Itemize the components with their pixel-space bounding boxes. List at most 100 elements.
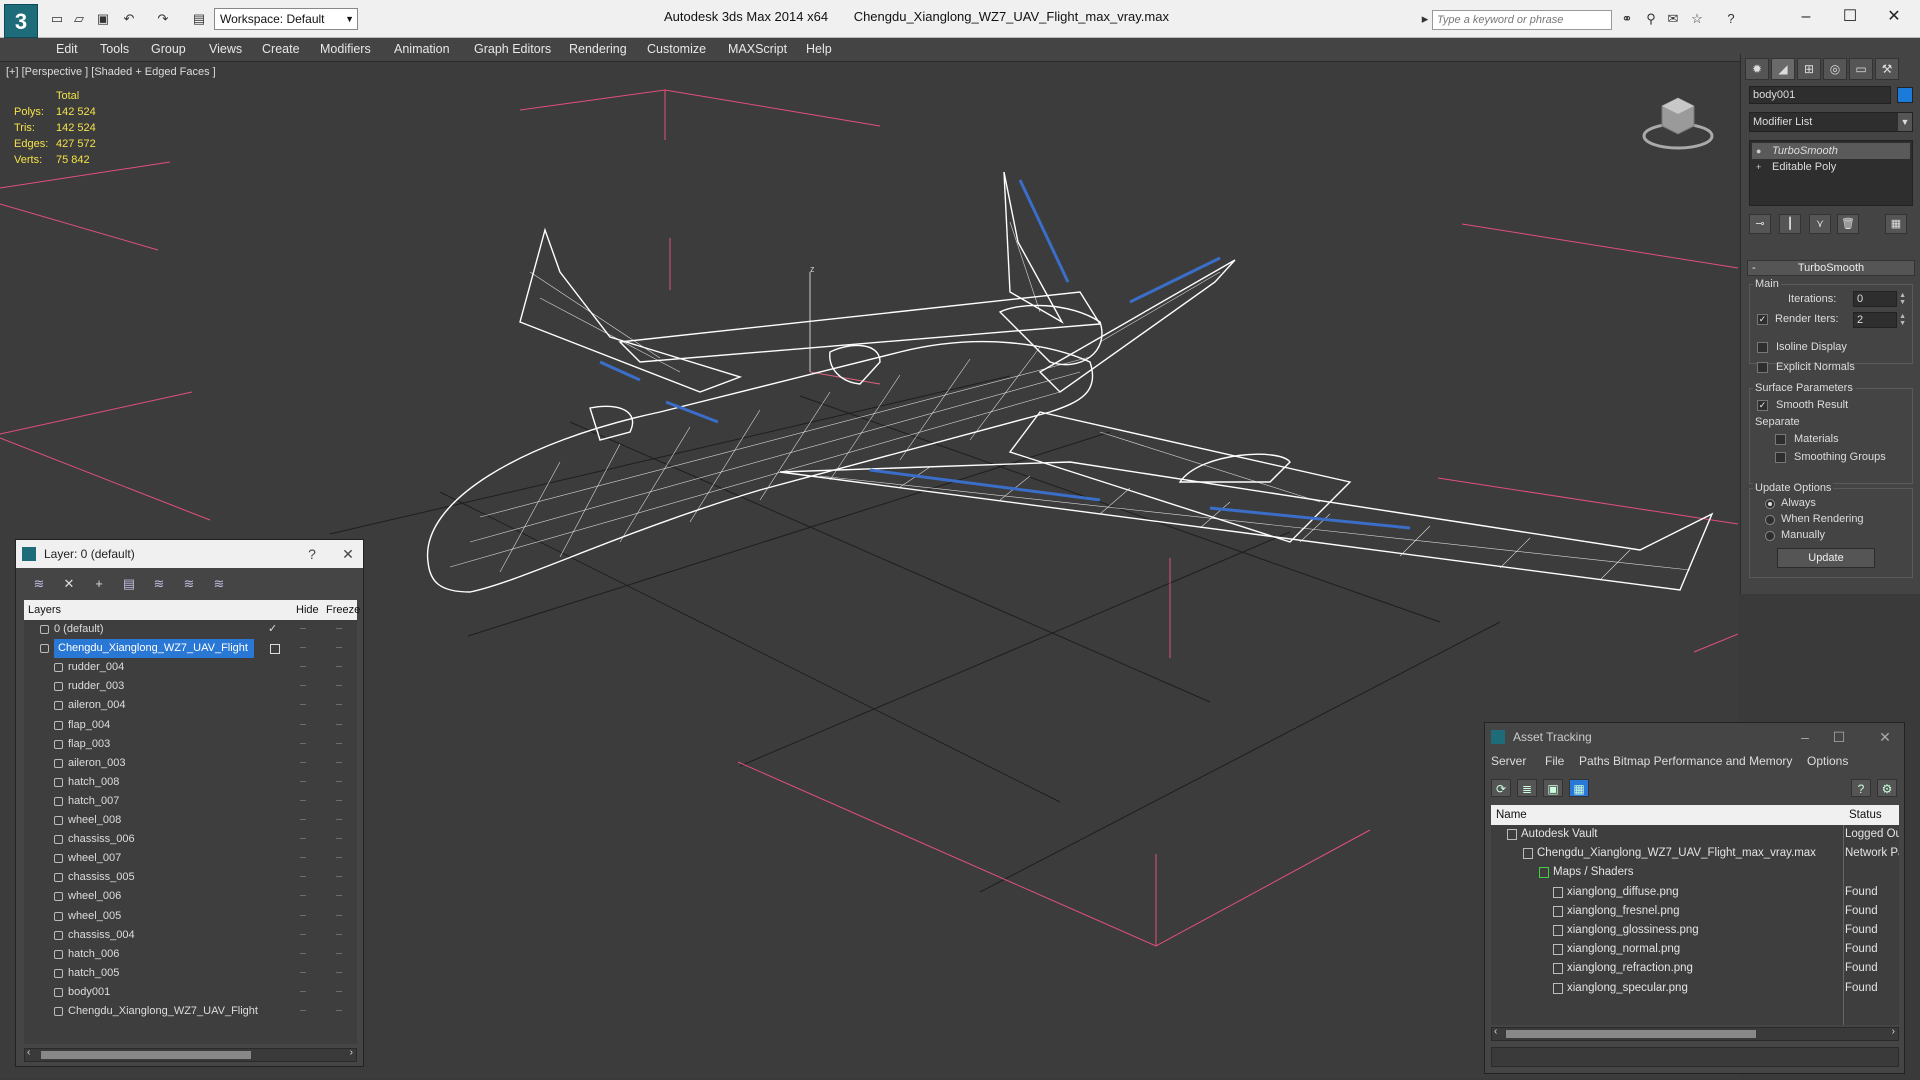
list-view-icon[interactable]: ≣ bbox=[1517, 779, 1537, 797]
layer-row[interactable]: chassiss_005 ┄ ┄ bbox=[24, 868, 357, 887]
hide-all-layers-icon[interactable]: ≋ bbox=[178, 574, 200, 594]
hide-toggle[interactable]: ┄ bbox=[300, 811, 314, 830]
spinner-arrows-icon[interactable]: ▲ ▼ bbox=[1899, 292, 1906, 306]
hide-toggle[interactable]: ┄ bbox=[300, 773, 314, 792]
hierarchy-tab-icon[interactable]: ⊞ bbox=[1797, 58, 1821, 80]
configure-modifier-sets-icon[interactable]: ▦ bbox=[1885, 214, 1907, 234]
lightbulb-icon[interactable]: ● bbox=[1756, 146, 1766, 156]
scroll-right-icon[interactable]: › bbox=[1892, 1026, 1895, 1037]
always-radio[interactable] bbox=[1765, 499, 1775, 509]
when-rendering-radio[interactable] bbox=[1765, 515, 1775, 525]
minimize-button[interactable]: – bbox=[1791, 723, 1819, 751]
layer-row[interactable]: wheel_007 ┄ ┄ bbox=[24, 849, 357, 868]
binoculars-icon[interactable]: ⚭ bbox=[1618, 10, 1636, 28]
menu-tools[interactable]: Tools bbox=[100, 42, 129, 56]
menu-help[interactable]: Help bbox=[806, 42, 832, 56]
hide-toggle[interactable]: ┄ bbox=[300, 945, 314, 964]
layer-row[interactable]: rudder_003 ┄ ┄ bbox=[24, 677, 357, 696]
hide-toggle[interactable]: ┄ bbox=[300, 964, 314, 983]
make-unique-icon[interactable]: ⋎ bbox=[1809, 214, 1831, 234]
display-tab-icon[interactable]: ▭ bbox=[1849, 58, 1873, 80]
remove-modifier-icon[interactable]: 🗑 bbox=[1837, 214, 1859, 234]
hide-toggle[interactable]: ┄ bbox=[300, 639, 314, 658]
select-objects-icon[interactable]: ▤ bbox=[118, 574, 140, 594]
freeze-all-layers-icon[interactable]: ≋ bbox=[208, 574, 230, 594]
hide-toggle[interactable]: ┄ bbox=[300, 620, 314, 639]
hide-toggle[interactable]: ┄ bbox=[300, 830, 314, 849]
freeze-toggle[interactable]: ┄ bbox=[336, 983, 350, 1002]
asset-menu-options[interactable]: Options bbox=[1807, 754, 1848, 768]
maximize-button[interactable]: ☐ bbox=[1825, 723, 1853, 751]
spinner-arrows-icon[interactable]: ▲ ▼ bbox=[1899, 313, 1906, 327]
explicit-normals-checkbox[interactable] bbox=[1757, 362, 1768, 373]
menu-edit[interactable]: Edit bbox=[56, 42, 78, 56]
iterations-spinner[interactable]: 0 ▲ ▼ bbox=[1853, 291, 1906, 307]
layer-row[interactable]: rudder_004 ┄ ┄ bbox=[24, 658, 357, 677]
scrollbar-thumb[interactable] bbox=[41, 1051, 251, 1059]
asset-path-field[interactable] bbox=[1491, 1047, 1899, 1067]
app-logo-button[interactable]: 3 bbox=[4, 4, 38, 38]
hide-toggle[interactable]: ┄ bbox=[300, 849, 314, 868]
stack-item-turbosmooth[interactable]: ● TurboSmooth bbox=[1752, 143, 1910, 159]
layer-row[interactable]: body001 ┄ ┄ bbox=[24, 983, 357, 1002]
subscription-icon[interactable]: ⚲ bbox=[1642, 10, 1660, 28]
layer-row[interactable]: Chengdu_Xianglong_WZ7_UAV_Flight ┄ ┄ bbox=[24, 639, 357, 659]
add-to-layer-icon[interactable]: + bbox=[88, 574, 110, 594]
render-iters-checkbox[interactable]: ✓ bbox=[1757, 314, 1768, 325]
asset-row[interactable]: xianglong_fresnel.png Found bbox=[1491, 902, 1899, 921]
layer-row[interactable]: hatch_006 ┄ ┄ bbox=[24, 945, 357, 964]
asset-menu-file[interactable]: File bbox=[1545, 754, 1564, 768]
layer-dialog-titlebar[interactable]: Layer: 0 (default) ? ✕ bbox=[16, 540, 363, 568]
hide-toggle[interactable]: ┄ bbox=[300, 868, 314, 887]
menu-maxscript[interactable]: MAXScript bbox=[728, 42, 787, 56]
asset-menu-paths[interactable]: Paths bbox=[1579, 754, 1610, 768]
minimize-button[interactable]: – bbox=[1786, 4, 1826, 30]
close-button[interactable]: ✕ bbox=[334, 540, 362, 568]
freeze-toggle[interactable]: ┄ bbox=[336, 964, 350, 983]
workspace-dropdown[interactable]: Workspace: Default ▼ bbox=[214, 8, 358, 30]
update-button[interactable]: Update bbox=[1777, 548, 1875, 568]
menu-create[interactable]: Create bbox=[262, 42, 300, 56]
expand-plus-icon[interactable]: + bbox=[1756, 162, 1766, 172]
asset-menu-server[interactable]: Server bbox=[1491, 754, 1526, 768]
layer-row[interactable]: chassiss_006 ┄ ┄ bbox=[24, 830, 357, 849]
search-input[interactable]: Type a keyword or phrase bbox=[1432, 10, 1612, 30]
freeze-toggle[interactable]: ┄ bbox=[336, 696, 350, 715]
asset-row[interactable]: xianglong_refraction.png Found bbox=[1491, 959, 1899, 978]
layer-row[interactable]: hatch_005 ┄ ┄ bbox=[24, 964, 357, 983]
freeze-toggle[interactable]: ┄ bbox=[336, 677, 350, 696]
new-file-icon[interactable]: ▭ bbox=[48, 10, 66, 28]
asset-row[interactable]: xianglong_normal.png Found bbox=[1491, 940, 1899, 959]
redo-icon[interactable]: ↷ bbox=[154, 10, 172, 28]
show-end-result-icon[interactable]: ┃ bbox=[1779, 214, 1801, 234]
delete-layer-icon[interactable]: ✕ bbox=[58, 574, 80, 594]
col-freeze[interactable]: Freeze bbox=[326, 600, 360, 620]
layer-row[interactable]: aileron_003 ┄ ┄ bbox=[24, 754, 357, 773]
manually-radio[interactable] bbox=[1765, 531, 1775, 541]
freeze-toggle[interactable]: ┄ bbox=[336, 887, 350, 906]
undo-icon[interactable]: ↶ bbox=[120, 10, 138, 28]
scroll-left-icon[interactable]: ‹ bbox=[1494, 1026, 1497, 1037]
materials-checkbox[interactable] bbox=[1775, 434, 1786, 445]
freeze-toggle[interactable]: ┄ bbox=[336, 754, 350, 773]
uav-aircraft-wireframe[interactable] bbox=[426, 171, 1714, 593]
freeze-toggle[interactable]: ┄ bbox=[336, 907, 350, 926]
communication-icon[interactable]: ✉ bbox=[1664, 10, 1682, 28]
layer-row[interactable]: wheel_005 ┄ ┄ bbox=[24, 907, 357, 926]
viewport-label-menu[interactable]: [+] [Perspective ] [Shaded + Edged Faces… bbox=[6, 66, 216, 78]
freeze-toggle[interactable]: ┄ bbox=[336, 735, 350, 754]
layer-row[interactable]: wheel_008 ┄ ┄ bbox=[24, 811, 357, 830]
project-folder-icon[interactable]: ▤ bbox=[190, 10, 208, 28]
hide-toggle[interactable]: ┄ bbox=[300, 658, 314, 677]
hide-toggle[interactable]: ┄ bbox=[300, 983, 314, 1002]
layer-row[interactable]: flap_004 ┄ ┄ bbox=[24, 716, 357, 735]
smoothing-groups-checkbox[interactable] bbox=[1775, 452, 1786, 463]
asset-row[interactable]: Maps / Shaders bbox=[1491, 863, 1899, 882]
modify-tab-icon[interactable]: ◢ bbox=[1771, 58, 1795, 80]
asset-row[interactable]: xianglong_diffuse.png Found bbox=[1491, 883, 1899, 902]
menu-graph-editors[interactable]: Graph Editors bbox=[474, 42, 551, 56]
freeze-toggle[interactable]: ┄ bbox=[336, 811, 350, 830]
layer-row[interactable]: flap_003 ┄ ┄ bbox=[24, 735, 357, 754]
help-button[interactable]: ? bbox=[298, 540, 326, 568]
motion-tab-icon[interactable]: ◎ bbox=[1823, 58, 1847, 80]
